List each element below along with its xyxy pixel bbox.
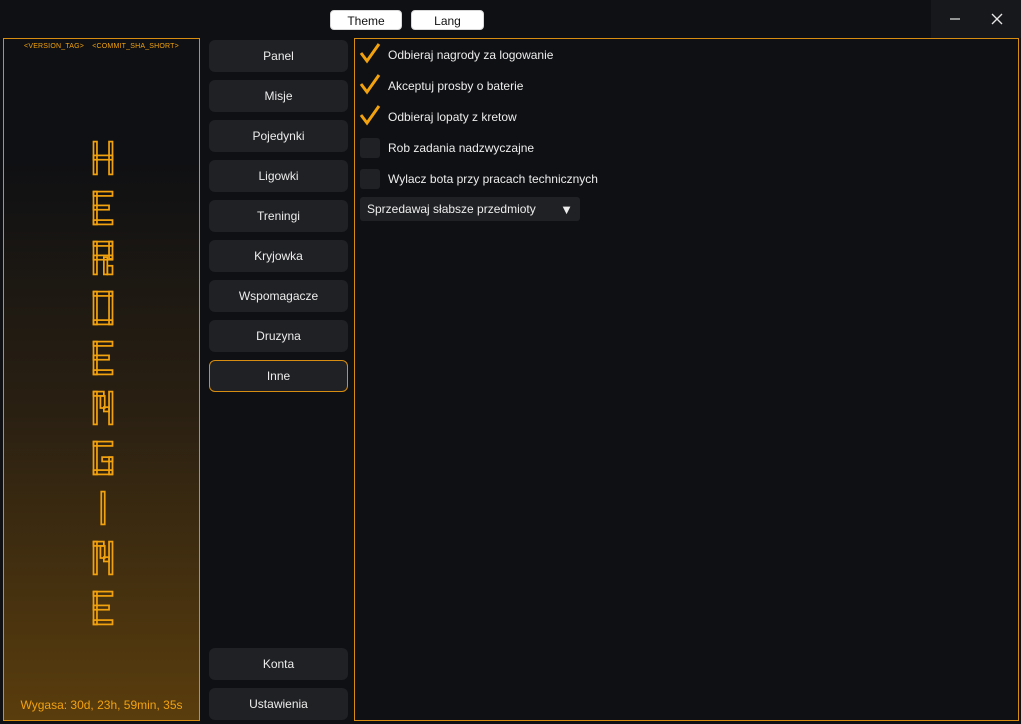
- heroengine-logo: [80, 139, 126, 639]
- option-checkbox[interactable]: [359, 43, 381, 65]
- option-row: Odbieraj lopaty z kretow: [359, 105, 517, 128]
- minimize-icon: [950, 18, 960, 20]
- nav-inne[interactable]: Inne: [209, 360, 348, 392]
- logo-letter-g: [92, 440, 114, 476]
- option-label: Odbieraj nagrody za logowanie: [388, 48, 554, 62]
- dropdown-value: Sprzedawaj słabsze przedmioty: [367, 202, 536, 216]
- option-checkbox[interactable]: [360, 138, 380, 158]
- option-label: Wylacz bota przy pracach technicznych: [388, 172, 598, 186]
- version-tag: <VERSION_TAG>: [24, 43, 85, 50]
- brand-sidebar: <VERSION_TAG> <COMMIT_SHA_SHORT> Wygasa:…: [3, 38, 200, 721]
- nav-wspomagacze[interactable]: Wspomagacze: [209, 280, 348, 312]
- caret-down-icon: ▼: [560, 201, 573, 217]
- nav-misje[interactable]: Misje: [209, 80, 348, 112]
- close-button[interactable]: [975, 0, 1019, 38]
- sell-items-dropdown[interactable]: Sprzedawaj słabsze przedmioty ▼: [360, 197, 580, 221]
- option-label: Rob zadania nadzwyczajne: [388, 141, 535, 155]
- option-row: Akceptuj prosby o baterie: [359, 74, 524, 97]
- nav-druzyna[interactable]: Druzyna: [209, 320, 348, 352]
- lang-button[interactable]: Lang: [411, 10, 484, 30]
- nav-pojedynki[interactable]: Pojedynki: [209, 120, 348, 152]
- option-checkbox[interactable]: [359, 74, 381, 96]
- minimize-button[interactable]: [933, 0, 977, 38]
- close-icon: [991, 13, 1003, 25]
- theme-button[interactable]: Theme: [330, 10, 402, 30]
- logo-letter-n: [92, 390, 114, 426]
- option-row: Rob zadania nadzwyczajne: [360, 137, 534, 159]
- commit-sha: <COMMIT_SHA_SHORT>: [92, 43, 179, 50]
- checkmark-icon: [359, 43, 381, 64]
- logo-letter-h: [92, 140, 114, 176]
- version-info: <VERSION_TAG> <COMMIT_SHA_SHORT>: [4, 43, 199, 50]
- license-expiry: Wygasa: 30d, 23h, 59min, 35s: [20, 698, 183, 712]
- logo-letter-n: [92, 540, 114, 576]
- logo-letter-e: [92, 190, 114, 226]
- nav-panel[interactable]: Panel: [209, 40, 348, 72]
- option-checkbox[interactable]: [359, 105, 381, 127]
- window-controls: [931, 0, 1021, 38]
- logo-letter-i: [100, 490, 106, 526]
- nav-ligowki[interactable]: Ligowki: [209, 160, 348, 192]
- title-bar: Theme Lang: [0, 0, 1021, 38]
- logo-letter-e: [92, 340, 114, 376]
- logo-letter-o: [92, 290, 114, 326]
- logo-letter-r: [92, 240, 114, 276]
- nav-ustawienia[interactable]: Ustawienia: [209, 688, 348, 720]
- checkmark-icon: [359, 105, 381, 126]
- option-row: Odbieraj nagrody za logowanie: [359, 43, 554, 66]
- nav-treningi[interactable]: Treningi: [209, 200, 348, 232]
- option-label: Akceptuj prosby o baterie: [388, 79, 524, 93]
- option-row: Wylacz bota przy pracach technicznych: [360, 168, 598, 190]
- checkmark-icon: [359, 74, 381, 95]
- nav-konta[interactable]: Konta: [209, 648, 348, 680]
- logo-letter-e: [92, 590, 114, 626]
- settings-panel: Odbieraj nagrody za logowanie Akceptuj pr…: [354, 38, 1019, 721]
- option-checkbox[interactable]: [360, 169, 380, 189]
- option-label: Odbieraj lopaty z kretow: [388, 110, 517, 124]
- nav-kryjowka[interactable]: Kryjowka: [209, 240, 348, 272]
